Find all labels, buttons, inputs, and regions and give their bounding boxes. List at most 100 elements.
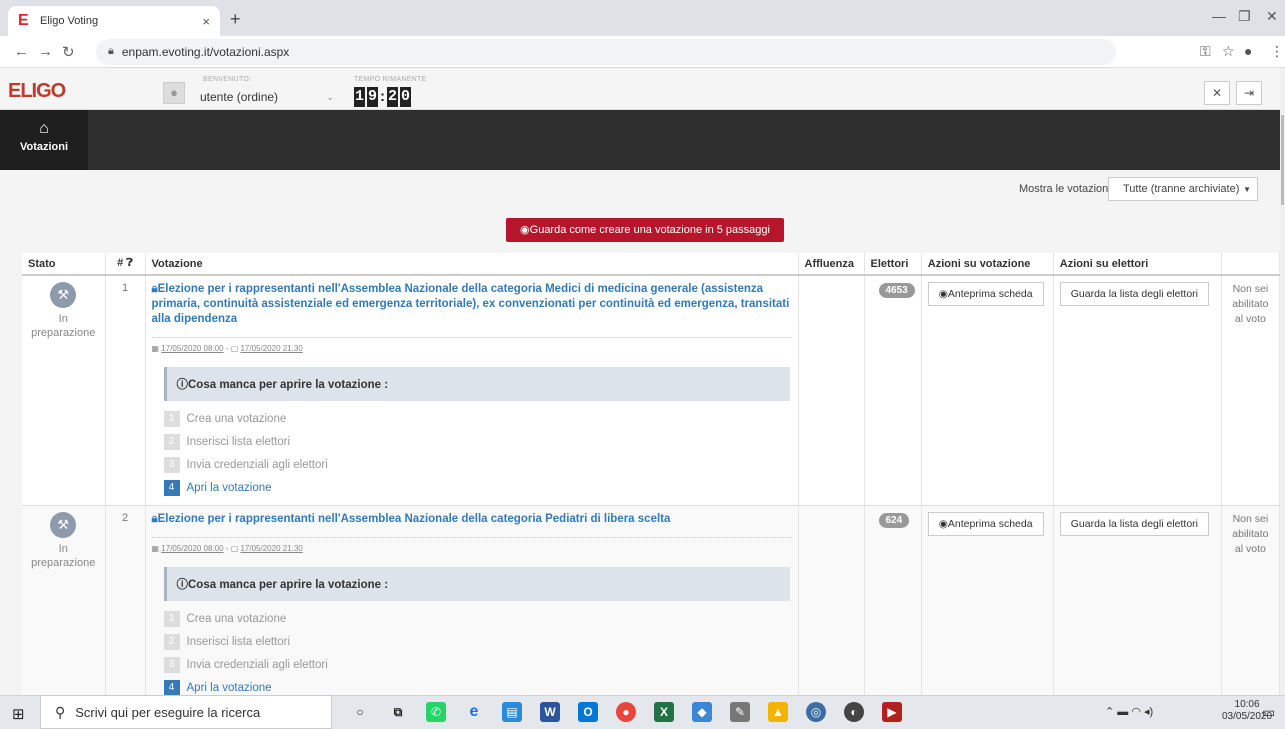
eye-icon: ◉: [938, 288, 948, 300]
task-view-icon[interactable]: ⧉: [388, 702, 408, 722]
guide-button[interactable]: ◉Guarda come creare una votazione in 5 p…: [506, 218, 784, 242]
col-stato: Stato: [22, 253, 106, 276]
missing-steps-panel: ⓘCosa manca per aprire la votazione :: [163, 567, 790, 601]
cortana-icon[interactable]: ○: [350, 702, 370, 722]
address-bar-row: ← → ↻ 🔒︎ enpam.evoting.it/votazioni.aspx…: [0, 36, 1285, 68]
calendar-icon: ▢: [230, 344, 239, 353]
step-item: 2 Inserisci lista elettori: [163, 630, 792, 653]
table-row: ⚒ In preparazione 1 🔒︎Elezione per i rap…: [22, 275, 1281, 506]
scrollbar-thumb[interactable]: [1281, 115, 1284, 205]
main-nav-bar: [0, 110, 1280, 170]
notification-icon[interactable]: ▭: [1262, 704, 1275, 721]
taskbar-apps: ○ ⧉ ✆ e ▤ W O ● X ◆ ✎ ▲ ◎ ◐ ▶: [350, 702, 902, 722]
countdown-timer: 1 9 : 2 0: [354, 87, 411, 107]
stato-text: preparazione: [31, 557, 96, 569]
url-bar[interactable]: 🔒︎ enpam.evoting.it/votazioni.aspx: [96, 38, 1116, 65]
star-icon[interactable]: ☆: [1222, 43, 1235, 60]
app-icon[interactable]: ◐: [844, 702, 864, 722]
stato-text: In: [58, 313, 68, 325]
calendar-icon: ▢: [230, 544, 239, 553]
timer-separator: :: [380, 88, 385, 105]
windows-start-icon[interactable]: ⊞: [12, 705, 25, 723]
preview-ballot-button[interactable]: ◉Anteprima scheda: [927, 512, 1044, 536]
electors-list-button[interactable]: Guarda la lista degli elettori: [1059, 282, 1209, 306]
azioni-elettori-cell: Guarda la lista degli elettori: [1053, 505, 1222, 706]
close-window-icon[interactable]: ✕: [1266, 8, 1278, 25]
wrench-icon: ⚒: [50, 512, 77, 538]
word-icon[interactable]: W: [540, 702, 560, 722]
steps-list: 1 Crea una votazione 2 Inserisci lista ele…: [163, 407, 792, 499]
taskbar-search-text: Scrivi qui per eseguire la ricerca: [75, 704, 261, 720]
new-tab-button[interactable]: +: [230, 9, 241, 30]
menu-icon[interactable]: ⋮: [1270, 43, 1284, 60]
step-item-open-vote[interactable]: 4 Apri la votazione: [163, 476, 792, 499]
col-affluenza: Affluenza: [798, 253, 865, 276]
key-icon[interactable]: ⚿: [1200, 43, 1211, 60]
votazione-cell: 🔒︎Elezione per i rappresentanti nell'Ass…: [145, 505, 799, 706]
step-item: 2 Inserisci lista elettori: [163, 430, 792, 453]
forward-icon[interactable]: →: [38, 43, 58, 60]
minimize-icon[interactable]: —: [1212, 8, 1226, 24]
filter-select[interactable]: Tutte (tranne archiviate) ▼: [1108, 177, 1258, 201]
steps-list: 1 Crea una votazione 2 Inserisci lista ele…: [163, 607, 792, 699]
search-icon: ⚲: [55, 703, 66, 720]
edge-icon[interactable]: e: [464, 702, 484, 722]
elettori-cell: 624: [864, 505, 922, 706]
filter-label: Mostra le votazioni:: [1019, 183, 1114, 195]
user-avatar-icon: ●: [163, 82, 185, 104]
back-icon[interactable]: ←: [14, 43, 34, 60]
info-circle-icon[interactable]: ❓︎: [126, 257, 133, 269]
step-item: 1 Crea una votazione: [163, 607, 792, 630]
affluenza-cell: [798, 275, 865, 506]
restore-icon[interactable]: ❐: [1238, 8, 1251, 25]
step-item: 3 Invia credenziali agli elettori: [163, 453, 792, 476]
browser-tab[interactable]: E Eligo Voting ×: [8, 6, 220, 36]
table-header-row: Stato # ❓︎ Votazione Affluenza Elettori …: [22, 253, 1281, 276]
file-explorer-icon[interactable]: ▤: [502, 702, 522, 722]
col-number: # ❓︎: [105, 253, 146, 276]
missing-steps-panel: ⓘCosa manca per aprire la votazione :: [163, 367, 790, 401]
logout-button[interactable]: ⇥: [1236, 81, 1262, 105]
fullscreen-button[interactable]: ✕: [1204, 81, 1230, 105]
votazione-title-link[interactable]: 🔒︎Elezione per i rappresentanti nell'Ass…: [152, 512, 792, 527]
stato-cell: ⚒ In preparazione: [22, 505, 106, 706]
user-select[interactable]: utente (ordine) ⌄: [200, 88, 340, 106]
calendar-icon: ▦: [151, 544, 160, 553]
step-item: 1 Crea una votazione: [163, 407, 792, 430]
col-status: [1221, 253, 1281, 276]
taskbar-search[interactable]: ⚲ Scrivi qui per eseguire la ricerca: [40, 695, 332, 729]
chevron-down-icon: ⌄: [326, 91, 334, 102]
reload-icon[interactable]: ↻: [62, 43, 82, 61]
preview-ballot-button[interactable]: ◉Anteprima scheda: [927, 282, 1044, 306]
eligo-favicon-icon: E: [18, 12, 29, 29]
timer-digit: 9: [367, 87, 378, 107]
electors-list-button[interactable]: Guarda la lista degli elettori: [1059, 512, 1209, 536]
row-number: 2: [105, 505, 146, 706]
whatsapp-icon[interactable]: ✆: [426, 702, 446, 722]
eye-icon: ◉: [938, 518, 948, 530]
home-icon: ⌂: [39, 120, 49, 137]
votazioni-table: Stato # ❓︎ Votazione Affluenza Elettori …: [22, 253, 1281, 706]
step-item: 3 Invia credenziali agli elettori: [163, 653, 792, 676]
outlook-icon[interactable]: O: [578, 702, 598, 722]
date-range: ▦ 17/05/2020 08:00 - ▢ 17/05/2020 21:30: [151, 537, 792, 553]
lock-app-icon[interactable]: ▲: [768, 702, 788, 722]
system-tray-icons[interactable]: ⌃ ▬ ◠ ◂): [1105, 705, 1153, 718]
excel-icon[interactable]: X: [654, 702, 674, 722]
votazione-cell: 🔒︎Elezione per i rappresentanti nell'Ass…: [145, 275, 799, 506]
eligo-logo: ELIGO: [8, 80, 66, 102]
chrome-icon[interactable]: ●: [616, 702, 636, 722]
azioni-elettori-cell: Guarda la lista degli elettori: [1053, 275, 1222, 506]
profile-icon[interactable]: ●: [1244, 43, 1252, 59]
app-icon[interactable]: ◆: [692, 702, 712, 722]
app-icon[interactable]: ▶: [882, 702, 902, 722]
app-icon[interactable]: ✎: [730, 702, 750, 722]
caret-down-icon: ▼: [1243, 184, 1251, 194]
nav-votazioni[interactable]: ⌂ Votazioni: [0, 110, 88, 170]
votazione-title-link[interactable]: 🔒︎Elezione per i rappresentanti nell'Ass…: [152, 282, 792, 327]
tab-close-icon[interactable]: ×: [202, 14, 210, 29]
col-votazione: Votazione: [145, 253, 799, 276]
guide-button-label: Guarda come creare una votazione in 5 pa…: [529, 224, 770, 236]
app-icon[interactable]: ◎: [806, 702, 826, 722]
affluenza-cell: [798, 505, 865, 706]
